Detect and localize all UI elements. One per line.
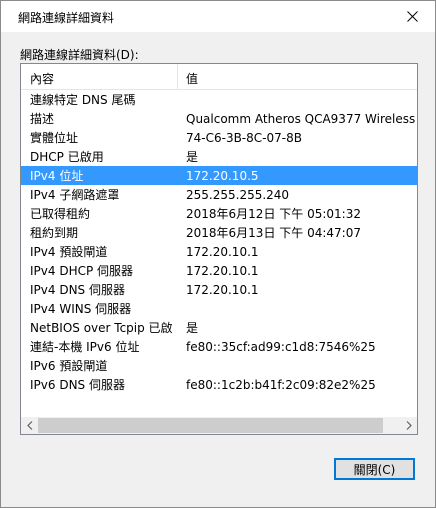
value-cell: 2018年6月12日 下午 05:01:32 [186, 207, 361, 221]
horizontal-scrollbar[interactable] [21, 417, 417, 434]
title-bar: 網路連線詳細資料 [1, 1, 435, 32]
property-cell: 連結-本機 IPv6 位址 [30, 340, 140, 354]
list-item[interactable]: 連線特定 DNS 尾碼 [21, 90, 417, 109]
column-header-value[interactable]: 值 [186, 70, 198, 87]
list-header: 內容 值 [21, 64, 417, 90]
value-cell: fe80::1c2b:b41f:2c09:82e2%25 [186, 378, 376, 392]
value-cell: 172.20.10.5 [186, 169, 259, 183]
column-header-property[interactable]: 內容 [30, 70, 54, 87]
value-cell: 172.20.10.1 [186, 264, 259, 278]
close-icon [406, 11, 418, 22]
network-details-dialog: 網路連線詳細資料 網路連線詳細資料(D): 內容 值 連線特定 DNS 尾碼 描述… [0, 0, 436, 508]
value-cell: 172.20.10.1 [186, 245, 259, 259]
list-item[interactable]: IPv4 DNS 伺服器 172.20.10.1 [21, 280, 417, 299]
value-cell: Qualcomm Atheros QCA9377 Wireless Ne [186, 112, 417, 126]
list-item[interactable]: IPv6 預設閘道 [21, 356, 417, 375]
property-cell: IPv4 預設閘道 [30, 245, 108, 259]
value-cell: 172.20.10.1 [186, 283, 259, 297]
property-cell: IPv6 預設閘道 [30, 359, 108, 373]
list-item[interactable]: 連結-本機 IPv6 位址 fe80::35cf:ad99:c1d8:7546%2… [21, 337, 417, 356]
value-cell: fe80::35cf:ad99:c1d8:7546%25 [186, 340, 376, 354]
property-cell: 描述 [30, 112, 55, 126]
chevron-left-icon [26, 421, 32, 430]
column-divider[interactable] [177, 64, 178, 89]
list-item[interactable]: DHCP 已啟用 是 [21, 147, 417, 166]
property-cell: DHCP 已啟用 [30, 150, 104, 164]
property-cell: IPv4 位址 [30, 169, 84, 183]
value-cell: 74-C6-3B-8C-07-8B [186, 131, 302, 145]
property-cell: IPv4 子網路遮罩 [30, 188, 120, 202]
property-cell: 已取得租約 [30, 207, 91, 221]
list-item[interactable]: IPv4 DHCP 伺服器 172.20.10.1 [21, 261, 417, 280]
property-cell: 租約到期 [30, 226, 79, 240]
title-close-button[interactable] [389, 1, 435, 32]
scroll-thumb[interactable] [38, 418, 383, 433]
value-cell: 255.255.255.240 [186, 188, 290, 202]
list-item[interactable]: 描述 Qualcomm Atheros QCA9377 Wireless Ne [21, 109, 417, 128]
scroll-right-button[interactable] [400, 417, 417, 434]
list-rows: 連線特定 DNS 尾碼 描述 Qualcomm Atheros QCA9377 Wi… [21, 90, 417, 394]
list-item[interactable]: IPv4 WINS 伺服器 [21, 299, 417, 318]
property-cell: 連線特定 DNS 尾碼 [30, 93, 136, 107]
value-cell: 2018年6月13日 下午 04:47:07 [186, 226, 361, 240]
list-item[interactable]: 租約到期 2018年6月13日 下午 04:47:07 [21, 223, 417, 242]
list-item[interactable]: IPv4 子網路遮罩 255.255.255.240 [21, 185, 417, 204]
window-title: 網路連線詳細資料 [18, 11, 115, 25]
value-cell: 是 [186, 321, 199, 335]
list-item[interactable]: IPv4 預設閘道 172.20.10.1 [21, 242, 417, 261]
list-item[interactable]: 實體位址 74-C6-3B-8C-07-8B [21, 128, 417, 147]
chevron-right-icon [406, 421, 412, 430]
property-cell: IPv4 DNS 伺服器 [30, 283, 125, 297]
property-cell: IPv6 DNS 伺服器 [30, 378, 125, 392]
list-item[interactable]: IPv4 位址 172.20.10.5 [21, 166, 417, 185]
list-item[interactable]: NetBIOS over Tcpip 已啟是 [21, 318, 417, 337]
list-item[interactable]: IPv6 DNS 伺服器 fe80::1c2b:b41f:2c09:82e2%25 [21, 375, 417, 394]
list-item[interactable]: 已取得租約 2018年6月12日 下午 05:01:32 [21, 204, 417, 223]
scroll-left-button[interactable] [21, 417, 38, 434]
property-cell: NetBIOS over Tcpip 已啟 [30, 321, 173, 335]
value-cell: 是 [186, 150, 199, 164]
property-cell: IPv4 DHCP 伺服器 [30, 264, 134, 278]
property-cell: IPv4 WINS 伺服器 [30, 302, 132, 316]
property-cell: 實體位址 [30, 131, 79, 145]
close-button[interactable]: 關閉(C) [334, 458, 415, 480]
details-listview[interactable]: 內容 值 連線特定 DNS 尾碼 描述 Qualcomm Atheros QCA93… [20, 63, 418, 435]
details-list-label: 網路連線詳細資料(D): [20, 48, 139, 62]
